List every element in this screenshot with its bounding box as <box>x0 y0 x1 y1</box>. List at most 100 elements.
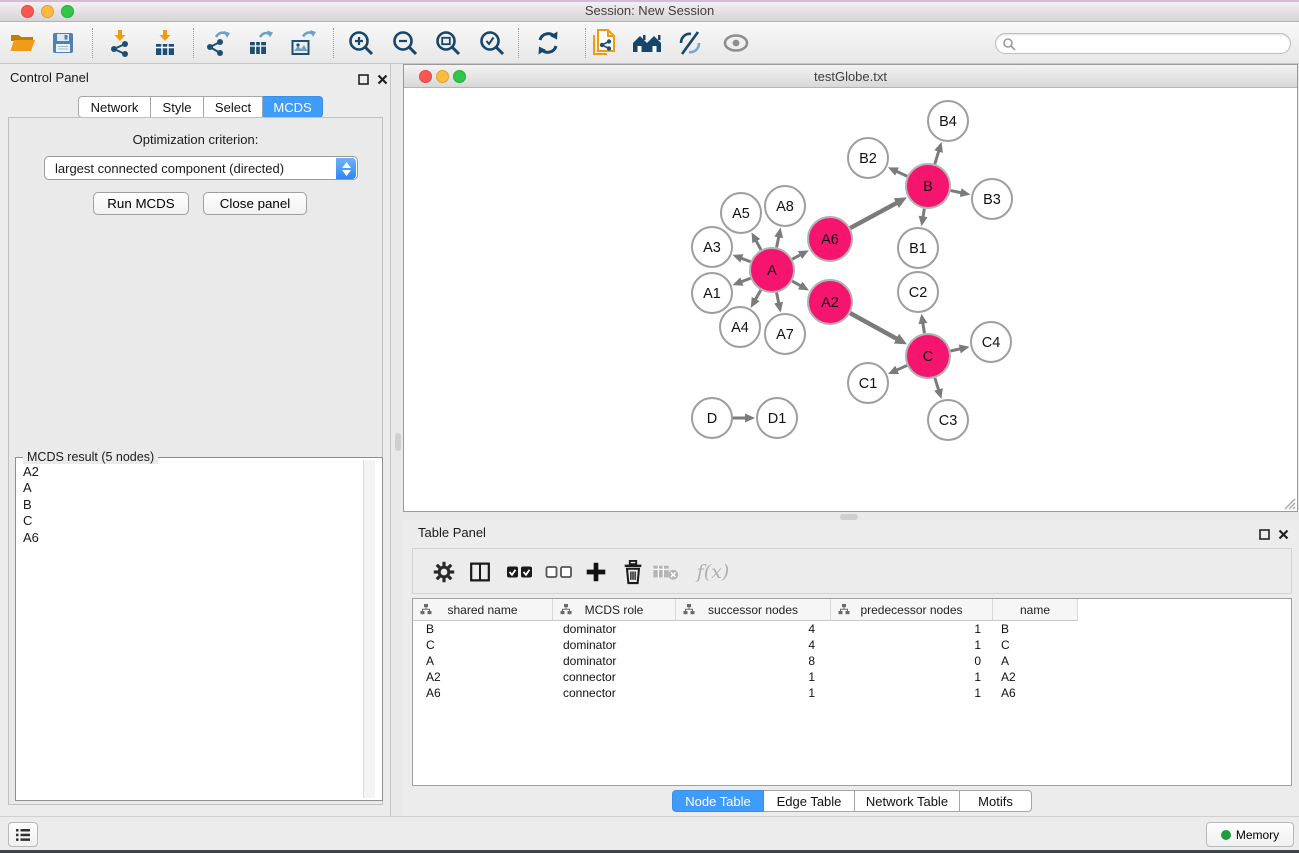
table-row[interactable]: Adominator80A <box>413 653 1291 669</box>
edge-A6-B[interactable] <box>850 202 898 228</box>
deselect-all-icon[interactable] <box>544 558 574 586</box>
result-scrollbar[interactable] <box>363 460 375 798</box>
column-label: shared name <box>447 603 517 617</box>
gear-icon[interactable] <box>429 558 459 586</box>
network-window-titlebar[interactable]: testGlobe.txt <box>404 65 1297 88</box>
table-cell: A6 <box>413 685 553 701</box>
table-cell: B <box>993 621 1078 637</box>
fx-label: f(x) <box>697 561 730 583</box>
scrollbar-thumb[interactable] <box>395 433 401 451</box>
tab-select[interactable]: Select <box>204 96 263 118</box>
refresh-layout-icon[interactable] <box>531 26 565 60</box>
table-cell: C <box>413 637 553 653</box>
column-label: name <box>1020 603 1050 617</box>
table-cell: 1 <box>831 621 993 637</box>
desktop-pane: Control Panel NetworkStyleSelectMCDS Opt… <box>0 64 1299 816</box>
export-network-icon[interactable] <box>201 26 235 60</box>
table-row[interactable]: A6connector11A6 <box>413 685 1291 701</box>
first-neighbors-icon[interactable] <box>630 26 664 60</box>
search-icon <box>1002 37 1016 51</box>
result-item[interactable]: B <box>16 497 360 513</box>
edge-B-B4[interactable] <box>935 150 939 164</box>
import-table-icon[interactable] <box>148 26 182 60</box>
node-label-A6: A6 <box>821 232 839 248</box>
desktop-vertical-scrollbar[interactable] <box>394 64 402 512</box>
application-window: Session: New Session <box>0 0 1299 853</box>
arrowhead-icon <box>960 188 971 197</box>
tab-motifs[interactable]: Motifs <box>960 790 1032 812</box>
node-table[interactable]: shared name MCDS role successor nodes prede… <box>412 598 1292 786</box>
tree-icon <box>560 604 572 615</box>
select-all-icon[interactable] <box>505 558 535 586</box>
node-label-A5: A5 <box>732 206 750 222</box>
zoom-out-icon[interactable] <box>388 26 422 60</box>
toolbar-separator <box>193 28 194 58</box>
save-session-icon[interactable] <box>46 26 80 60</box>
edge-A2-C[interactable] <box>850 313 898 339</box>
result-item[interactable]: A <box>16 480 360 496</box>
result-item[interactable]: A6 <box>16 530 360 546</box>
arrowhead-icon <box>774 302 783 313</box>
table-cell: dominator <box>553 621 676 637</box>
network-graph[interactable]: B4B2BB3A5A8A6A3B1AA1C2A2A4A7C4CC1DD1C3 <box>404 88 1297 511</box>
import-network-icon[interactable] <box>103 26 137 60</box>
function-builder-icon[interactable]: f(x) <box>691 558 735 586</box>
mcds-result-title: MCDS result (5 nodes) <box>23 450 158 464</box>
float-table-panel-icon[interactable] <box>1257 527 1271 541</box>
search-input[interactable] <box>995 33 1291 54</box>
tab-mcds[interactable]: MCDS <box>263 96 323 118</box>
result-item[interactable]: A2 <box>16 464 360 480</box>
edge-C-C3[interactable] <box>935 378 939 391</box>
column-header-predecessor-nodes[interactable]: predecessor nodes <box>831 599 993 621</box>
table-cell: A2 <box>993 669 1078 685</box>
delete-icon[interactable] <box>618 558 648 586</box>
result-item[interactable]: C <box>16 513 360 529</box>
table-cell: A6 <box>993 685 1078 701</box>
float-panel-icon[interactable] <box>356 72 370 86</box>
zoom-selected-icon[interactable] <box>475 26 509 60</box>
table-rows: Bdominator41BCdominator41CAdominator80AA… <box>413 621 1291 701</box>
memory-button[interactable]: Memory <box>1206 822 1294 847</box>
column-label: successor nodes <box>708 603 798 617</box>
mcds-result-list[interactable]: A2ABCA6 <box>16 464 360 798</box>
node-label-C4: C4 <box>982 335 1001 351</box>
tab-node-table[interactable]: Node Table <box>672 790 764 812</box>
tab-style[interactable]: Style <box>151 96 204 118</box>
close-panel-icon[interactable] <box>375 72 389 86</box>
show-details-icon[interactable] <box>719 26 753 60</box>
close-table-panel-icon[interactable] <box>1276 527 1290 541</box>
column-header-mcds-role[interactable]: MCDS role <box>553 599 676 621</box>
zoom-fit-icon[interactable] <box>431 26 465 60</box>
node-label-A1: A1 <box>703 286 721 302</box>
table-panel-title: Table Panel <box>418 525 486 540</box>
column-header-name[interactable]: name <box>993 599 1078 621</box>
tab-edge-table[interactable]: Edge Table <box>764 790 855 812</box>
column-header-shared-name[interactable]: shared name <box>413 599 553 621</box>
add-icon[interactable] <box>581 558 611 586</box>
task-history-button[interactable] <box>8 822 38 847</box>
table-row[interactable]: Cdominator41C <box>413 637 1291 653</box>
status-bar: Memory <box>0 816 1299 850</box>
run-mcds-button[interactable]: Run MCDS <box>93 192 189 215</box>
export-table-icon[interactable] <box>243 26 277 60</box>
titlebar-accent <box>0 0 1299 2</box>
table-row[interactable]: Bdominator41B <box>413 621 1291 637</box>
column-header-successor-nodes[interactable]: successor nodes <box>676 599 831 621</box>
node-label-A7: A7 <box>776 327 794 343</box>
tab-network[interactable]: Network <box>78 96 151 118</box>
control-panel-tabs: NetworkStyleSelectMCDS <box>78 96 323 118</box>
resize-grip-icon[interactable] <box>1282 496 1296 510</box>
open-session-icon[interactable] <box>5 26 39 60</box>
export-image-icon[interactable] <box>286 26 320 60</box>
table-row[interactable]: A2connector11A2 <box>413 669 1291 685</box>
toolbar-separator <box>333 28 334 58</box>
new-network-from-selection-icon[interactable] <box>588 26 622 60</box>
column-browser-icon[interactable] <box>465 558 495 586</box>
close-panel-button[interactable]: Close panel <box>203 192 307 215</box>
tab-network-table[interactable]: Network Table <box>855 790 960 812</box>
criterion-select[interactable]: largest connected component (directed) <box>44 156 358 180</box>
zoom-in-icon[interactable] <box>344 26 378 60</box>
delete-table-icon[interactable] <box>651 558 681 586</box>
hide-details-icon[interactable] <box>673 26 707 60</box>
node-label-A2: A2 <box>821 295 839 311</box>
